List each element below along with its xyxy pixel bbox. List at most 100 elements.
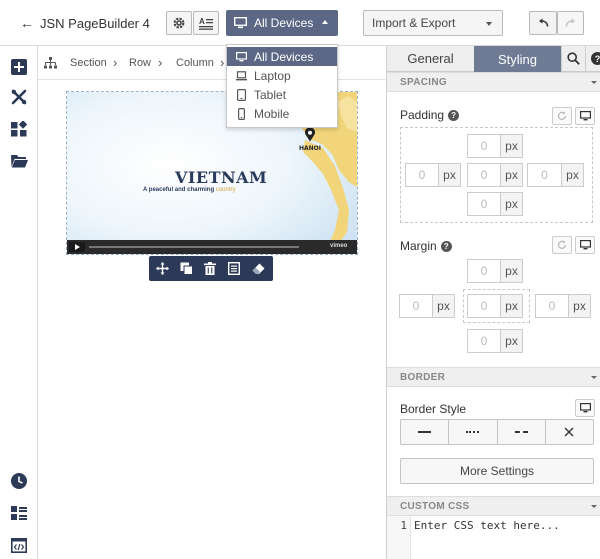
play-button[interactable] <box>69 242 85 252</box>
top-bar: ← JSN PageBuilder 4 A All Devices Import… <box>0 0 600 46</box>
breadcrumb-item-section[interactable]: Section <box>70 57 107 69</box>
margin-top-input[interactable]: 0 px <box>467 259 523 283</box>
save-template-button[interactable] <box>222 257 246 281</box>
padding-bottom-unit[interactable]: px <box>500 192 523 216</box>
margin-right-unit[interactable]: px <box>568 294 591 318</box>
device-option-all[interactable]: All Devices <box>227 47 337 66</box>
tools-button[interactable] <box>9 87 29 107</box>
text-settings-button[interactable]: A <box>193 11 219 35</box>
padding-device-button[interactable] <box>575 107 595 125</box>
css-editor[interactable]: 1 Enter CSS text here... <box>387 516 600 559</box>
clear-style-button[interactable] <box>246 257 270 281</box>
help-circle-icon[interactable]: ? <box>448 109 460 121</box>
undo-button[interactable] <box>529 11 557 35</box>
desktop-icon <box>234 17 247 29</box>
margin-center-unit[interactable]: px <box>500 294 523 318</box>
widgets-button[interactable] <box>9 119 29 139</box>
refresh-icon <box>557 111 567 120</box>
tools-icon <box>11 89 27 105</box>
padding-left-value[interactable]: 0 <box>405 163 438 187</box>
padding-right-value[interactable]: 0 <box>527 163 561 187</box>
back-arrow-icon: ← <box>20 15 34 31</box>
device-select-label: All Devices <box>254 16 314 30</box>
tab-styling[interactable]: Styling <box>474 46 561 72</box>
video-subtitle-rest: country <box>215 187 236 193</box>
margin-bottom-unit[interactable]: px <box>500 329 523 353</box>
border-dotted-button[interactable] <box>449 420 498 444</box>
search-settings-button[interactable] <box>561 46 585 72</box>
margin-right-input[interactable]: 0 px <box>535 294 591 318</box>
tab-general[interactable]: General <box>387 46 474 72</box>
video-title: VIETNAM <box>175 168 268 187</box>
border-dashed-button[interactable] <box>498 420 546 444</box>
redo-button[interactable] <box>557 11 584 35</box>
padding-center-value[interactable]: 0 <box>467 163 500 187</box>
video-controls-bar: vimeo <box>67 240 357 254</box>
border-device-button[interactable] <box>575 399 595 417</box>
help-circle-icon[interactable]: ? <box>440 240 452 252</box>
device-select[interactable]: All Devices <box>226 10 338 36</box>
margin-center-input[interactable]: 0 px <box>467 294 523 318</box>
custom-css-section-header[interactable]: CUSTOM CSS <box>387 496 600 516</box>
margin-top-unit[interactable]: px <box>500 259 523 283</box>
border-section-header[interactable]: BORDER <box>387 367 600 387</box>
desktop-icon <box>236 51 247 61</box>
padding-reset-button[interactable] <box>552 107 572 125</box>
margin-left-unit[interactable]: px <box>432 294 455 318</box>
padding-left-unit[interactable]: px <box>438 163 461 187</box>
spacing-header-label: SPACING <box>400 77 447 88</box>
margin-device-button[interactable] <box>575 236 595 254</box>
settings-button[interactable] <box>166 11 192 35</box>
margin-top-value[interactable]: 0 <box>467 259 500 283</box>
vimeo-logo[interactable]: vimeo <box>330 243 347 249</box>
padding-right-input[interactable]: 0 px <box>527 163 584 187</box>
widgets-icon <box>11 121 27 137</box>
delete-button[interactable] <box>198 257 222 281</box>
padding-center-unit[interactable]: px <box>500 163 523 187</box>
margin-bottom-value[interactable]: 0 <box>467 329 500 353</box>
import-export-select[interactable]: Import & Export <box>363 10 503 36</box>
padding-bottom-input[interactable]: 0 px <box>467 192 523 216</box>
device-option-tablet[interactable]: Tablet <box>227 85 337 104</box>
margin-right-value[interactable]: 0 <box>535 294 568 318</box>
spacing-section-header[interactable]: SPACING <box>387 72 600 92</box>
map-city-label: HANOI <box>299 145 322 152</box>
collapse-caret-icon <box>591 81 597 84</box>
padding-top-input[interactable]: 0 px <box>467 134 523 158</box>
margin-left-value[interactable]: 0 <box>399 294 432 318</box>
history-button[interactable] <box>9 471 29 491</box>
structure-button[interactable] <box>9 503 29 523</box>
padding-center-input[interactable]: 0 px <box>467 163 523 187</box>
border-solid-button[interactable] <box>401 420 450 444</box>
duplicate-button[interactable] <box>174 257 198 281</box>
add-element-button[interactable] <box>9 57 29 77</box>
css-placeholder-text: Enter CSS text here... <box>414 519 560 532</box>
border-none-button[interactable] <box>546 420 593 444</box>
breadcrumb-item-row[interactable]: Row <box>129 57 151 69</box>
device-option-mobile[interactable]: Mobile <box>227 104 337 123</box>
border-style-label: Border Style <box>400 402 467 416</box>
device-option-label: Laptop <box>254 68 291 83</box>
code-editor-button[interactable] <box>9 535 29 555</box>
margin-reset-button[interactable] <box>552 236 572 254</box>
padding-top-value[interactable]: 0 <box>467 134 500 158</box>
templates-button[interactable] <box>9 151 29 171</box>
padding-bottom-value[interactable]: 0 <box>467 192 500 216</box>
video-progress-track[interactable] <box>89 246 299 248</box>
margin-bottom-input[interactable]: 0 px <box>467 329 523 353</box>
padding-left-input[interactable]: 0 px <box>405 163 461 187</box>
more-settings-button[interactable]: More Settings <box>400 458 594 484</box>
breadcrumb-item-column[interactable]: Column <box>176 57 214 69</box>
help-button[interactable]: ? <box>585 46 600 72</box>
css-gutter: 1 <box>387 516 411 559</box>
move-button[interactable] <box>150 257 174 281</box>
back-link[interactable]: ← JSN PageBuilder 4 <box>20 14 150 32</box>
margin-center-value[interactable]: 0 <box>467 294 500 318</box>
margin-left-input[interactable]: 0 px <box>399 294 455 318</box>
device-option-laptop[interactable]: Laptop <box>227 66 337 85</box>
padding-top-unit[interactable]: px <box>500 134 523 158</box>
undo-icon <box>538 18 548 27</box>
play-icon <box>74 244 80 250</box>
padding-right-unit[interactable]: px <box>561 163 584 187</box>
desktop-icon <box>579 403 591 413</box>
